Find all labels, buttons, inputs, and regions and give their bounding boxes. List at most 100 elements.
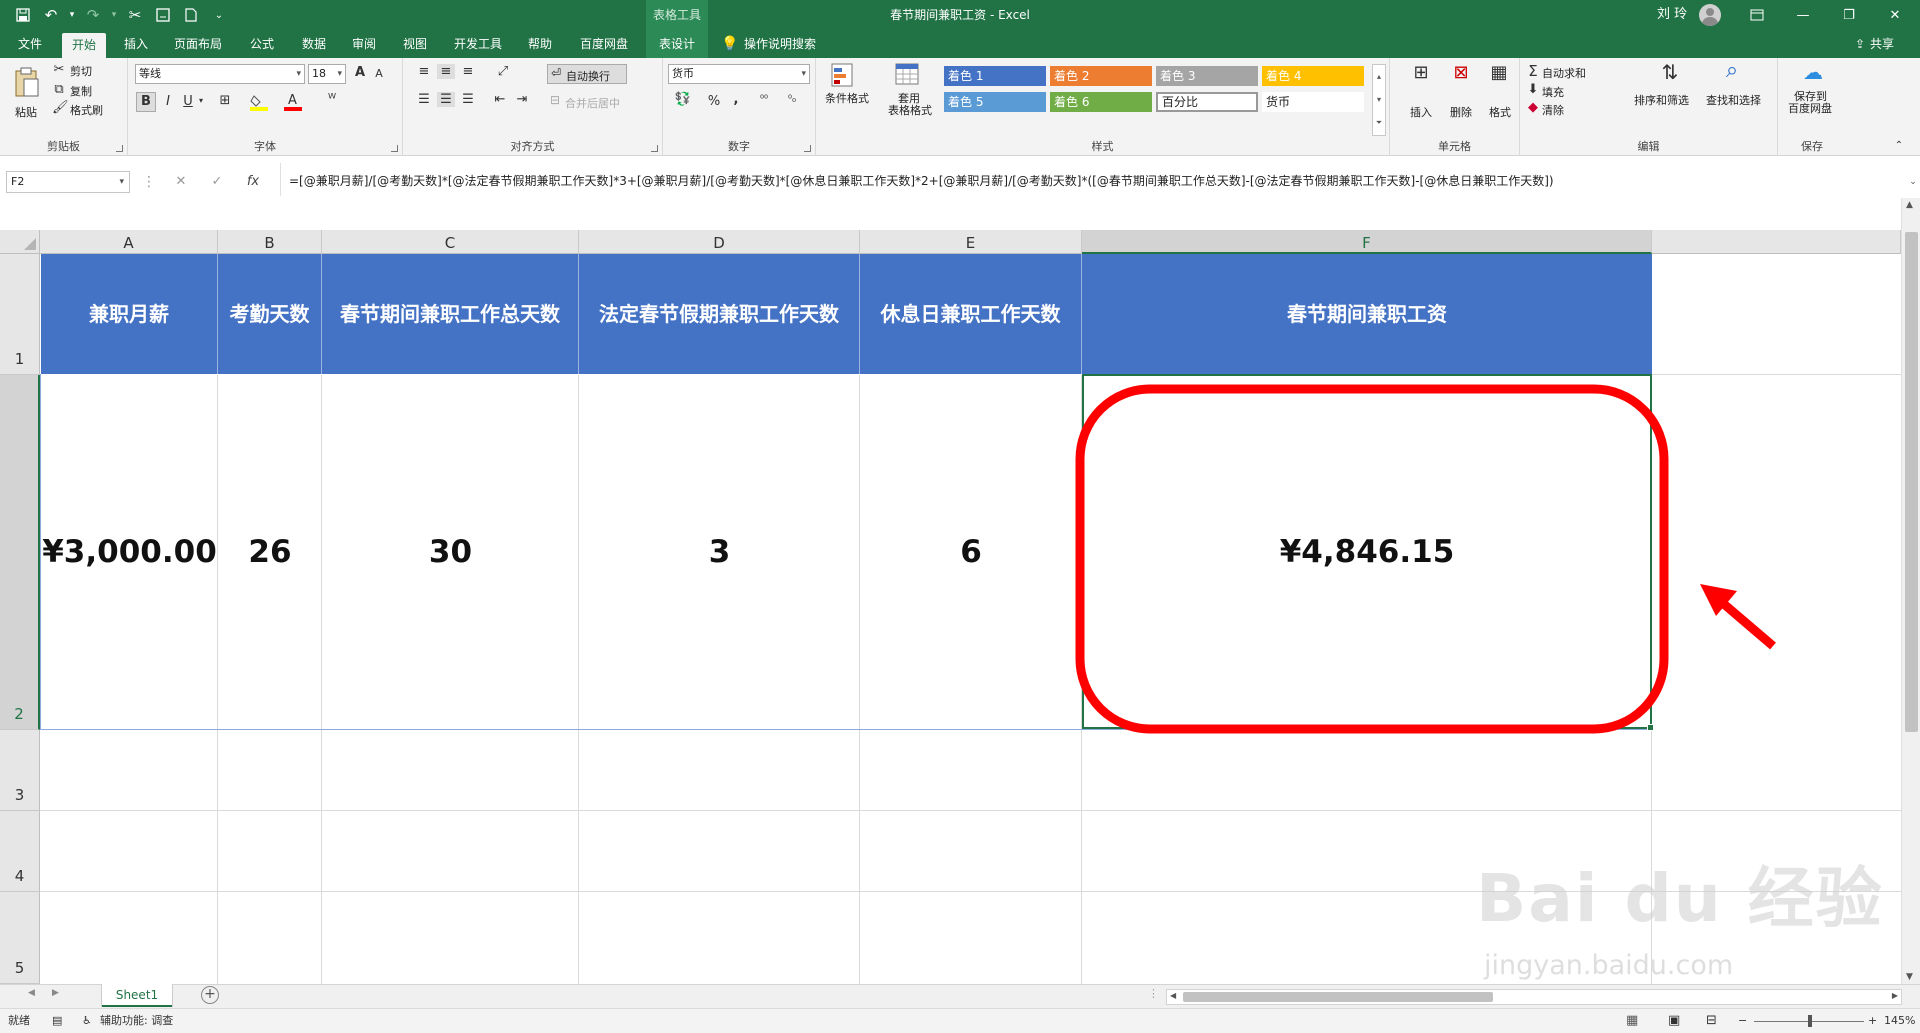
wrap-text-button[interactable]: ⏎ 自动换行	[547, 64, 627, 84]
accounting-format-icon[interactable]: 💱	[671, 92, 695, 107]
row-header-1[interactable]: 1	[0, 254, 40, 375]
share-button[interactable]: 共享	[1870, 30, 1910, 58]
save-netdisk-line2[interactable]: 百度网盘	[1788, 100, 1832, 116]
percent-style-button[interactable]: %	[707, 94, 721, 109]
find-select-button[interactable]: 查找和选择	[1706, 92, 1761, 108]
tab-baidu-netdisk[interactable]: 百度网盘	[572, 30, 636, 58]
page-break-view-icon[interactable]: ⊟	[1706, 1009, 1717, 1033]
zoom-slider-thumb[interactable]	[1808, 1015, 1812, 1027]
redo-icon[interactable]: ↷	[80, 4, 106, 26]
insert-cells-button[interactable]: 插入	[1410, 104, 1432, 120]
number-launcher-icon[interactable]	[804, 145, 811, 152]
tab-view[interactable]: 视图	[393, 30, 437, 58]
cut-button[interactable]: 剪切	[70, 63, 92, 79]
scroll-right-icon[interactable]: ▶	[1892, 991, 1898, 1000]
underline-button[interactable]: U	[180, 94, 196, 109]
save-as-icon[interactable]	[150, 4, 176, 26]
align-left-icon[interactable]: ☰	[415, 92, 433, 107]
comma-style-button[interactable]: ,	[729, 92, 743, 107]
delete-cells-button[interactable]: 删除	[1450, 104, 1472, 120]
cell-attendance-days[interactable]: 26	[218, 375, 322, 729]
paste-button[interactable]: 粘贴	[15, 104, 37, 120]
tab-home[interactable]: 开始	[62, 33, 106, 58]
expand-formula-bar-icon[interactable]: ⌄	[1900, 171, 1920, 193]
orientation-icon[interactable]: ⤢	[491, 64, 515, 79]
ribbon-display-icon[interactable]	[1734, 0, 1780, 30]
phonetic-guide-icon[interactable]: ᵂ	[322, 92, 342, 107]
row-header-4[interactable]: 4	[0, 811, 40, 892]
cell-total-festival-days[interactable]: 30	[322, 375, 579, 729]
styles-gallery-scroll[interactable]: ▴ ▾ ⏷	[1372, 64, 1386, 136]
name-box[interactable]: F2 ▾	[6, 171, 130, 193]
tab-table-design[interactable]: 表设计	[646, 30, 708, 58]
font-launcher-icon[interactable]	[391, 145, 398, 152]
decrease-indent-icon[interactable]: ⇤	[491, 92, 509, 107]
scroll-left-icon[interactable]: ◀	[1170, 991, 1176, 1000]
format-as-table-line2[interactable]: 表格格式	[888, 102, 932, 118]
clear-button[interactable]: 清除	[1542, 102, 1564, 118]
zoom-in-icon[interactable]: +	[1868, 1009, 1877, 1033]
increase-indent-icon[interactable]: ⇥	[513, 92, 531, 107]
macro-record-icon[interactable]: ▤	[52, 1009, 62, 1033]
align-center-icon[interactable]: ☰	[437, 92, 455, 107]
column-header-b[interactable]: B	[218, 230, 322, 254]
header-statutory-holiday-days[interactable]: 法定春节假期兼职工作天数	[579, 254, 860, 374]
restore-icon[interactable]: ❐	[1826, 0, 1872, 30]
sheet-bar-splitter-icon[interactable]: ⋮	[1148, 987, 1159, 1000]
style-accent-1[interactable]: 着色 1	[944, 66, 1046, 86]
redo-dropdown-icon[interactable]: ▾	[108, 4, 120, 26]
fill-button[interactable]: 填充	[1542, 84, 1564, 100]
autosum-button[interactable]: 自动求和	[1542, 65, 1586, 81]
collapse-ribbon-icon[interactable]: ⌃	[1892, 140, 1906, 151]
header-monthly-salary[interactable]: 兼职月薪	[41, 254, 218, 374]
underline-dropdown-icon[interactable]: ▾	[196, 96, 206, 105]
clipboard-launcher-icon[interactable]	[116, 145, 123, 152]
row-header-2[interactable]: 2	[0, 375, 40, 730]
format-painter-button[interactable]: 格式刷	[70, 102, 103, 118]
align-right-icon[interactable]: ☰	[459, 92, 477, 107]
select-all-button[interactable]	[0, 230, 40, 254]
column-header-c[interactable]: C	[322, 230, 579, 254]
tab-formulas[interactable]: 公式	[240, 30, 284, 58]
column-header-f[interactable]: F	[1082, 230, 1652, 254]
header-attendance-days[interactable]: 考勤天数	[218, 254, 322, 374]
style-percent[interactable]: 百分比	[1156, 92, 1258, 112]
tab-insert[interactable]: 插入	[114, 30, 158, 58]
font-size-select[interactable]: 18 ▾	[308, 64, 346, 84]
accessibility-status[interactable]: 辅助功能: 调查	[100, 1009, 173, 1033]
fill-handle[interactable]	[1647, 724, 1654, 731]
shrink-font-icon[interactable]: A	[372, 67, 386, 80]
merge-center-button[interactable]: ⊟ 合并后居中	[547, 92, 647, 112]
header-rest-day-days[interactable]: 休息日兼职工作天数	[860, 254, 1082, 374]
style-accent-3[interactable]: 着色 3	[1156, 66, 1258, 86]
font-name-select[interactable]: 等线 ▾	[135, 64, 305, 84]
vertical-scroll-thumb[interactable]	[1905, 232, 1918, 732]
cell-monthly-salary[interactable]: ¥3,000.00	[41, 375, 218, 729]
scroll-down-icon[interactable]: ▼	[1906, 972, 1913, 982]
style-accent-6[interactable]: 着色 6	[1050, 92, 1152, 112]
zoom-out-icon[interactable]: −	[1738, 1009, 1747, 1033]
tab-review[interactable]: 审阅	[342, 30, 386, 58]
user-name[interactable]: 刘 玲	[1657, 0, 1687, 30]
align-middle-icon[interactable]: ≡	[437, 64, 455, 79]
page-layout-view-icon[interactable]: ▣	[1668, 1009, 1680, 1033]
style-accent-2[interactable]: 着色 2	[1050, 66, 1152, 86]
copy-button[interactable]: 复制	[70, 83, 92, 99]
insert-function-button[interactable]: fx	[240, 171, 266, 193]
cancel-entry-icon[interactable]: ✕	[168, 171, 194, 193]
align-bottom-icon[interactable]: ≡	[459, 64, 477, 79]
alignment-launcher-icon[interactable]	[651, 145, 658, 152]
close-icon[interactable]: ✕	[1872, 0, 1918, 30]
cell-rest-day-days[interactable]: 6	[860, 375, 1082, 729]
new-file-icon[interactable]	[178, 4, 204, 26]
style-currency[interactable]: 货币	[1262, 92, 1364, 112]
bold-button[interactable]: B	[136, 92, 156, 112]
scroll-up-icon[interactable]: ▲	[1906, 200, 1913, 210]
sheet-tab-sheet1[interactable]: Sheet1	[102, 984, 172, 1007]
avatar[interactable]	[1699, 4, 1721, 26]
tab-page-layout[interactable]: 页面布局	[166, 30, 230, 58]
decrease-decimal-icon[interactable]: ⁰₀	[781, 94, 803, 105]
conditional-formatting-button[interactable]: 条件格式	[825, 90, 869, 106]
save-icon[interactable]	[10, 4, 36, 26]
column-header-a[interactable]: A	[40, 230, 218, 254]
